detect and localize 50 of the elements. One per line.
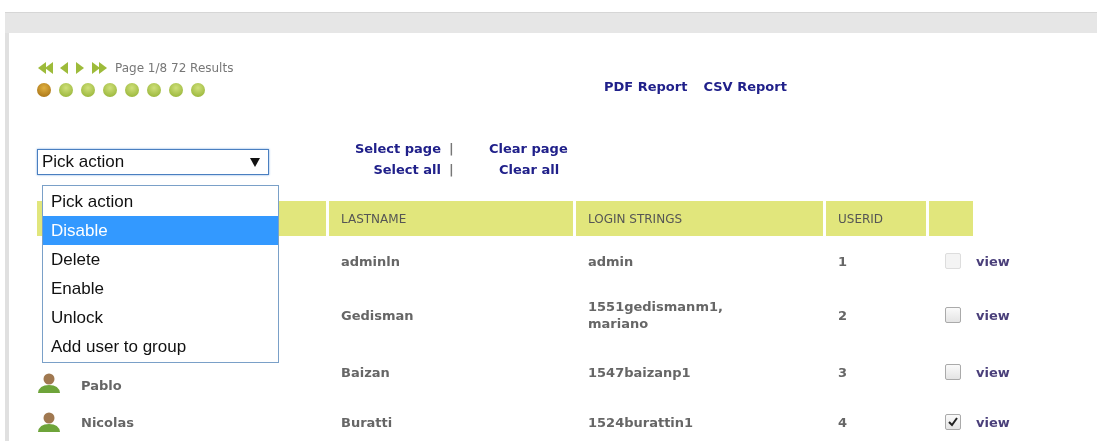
page-dot[interactable]: [81, 83, 95, 97]
row-checkbox[interactable]: [945, 364, 961, 380]
select-link[interactable]: Select page: [354, 141, 441, 156]
view-link[interactable]: view: [976, 363, 1010, 381]
dropdown-arrow-icon: [250, 157, 260, 167]
column-header: USERID: [826, 201, 929, 236]
user-icon: [37, 411, 61, 433]
link-separator: |: [449, 141, 455, 156]
page-dot[interactable]: [37, 83, 51, 97]
row-checkbox[interactable]: [945, 414, 961, 430]
table-cell: 2: [838, 306, 848, 324]
page-dot[interactable]: [169, 83, 183, 97]
table-cell-text: 1551gedismanm1, mariano: [588, 298, 724, 332]
table-cell: Baizan: [341, 363, 390, 381]
previous-page-icon[interactable]: [59, 61, 69, 75]
checkmark-icon: [948, 417, 958, 427]
link-separator: |: [449, 162, 455, 177]
table-cell: 1: [838, 252, 848, 270]
view-link[interactable]: view: [976, 413, 1010, 431]
row-checkbox[interactable]: [945, 307, 961, 323]
report-link[interactable]: CSV Report: [703, 79, 787, 94]
page-dot[interactable]: [103, 83, 117, 97]
clear-link[interactable]: Clear page: [489, 141, 568, 156]
next-page-icon[interactable]: [75, 61, 85, 75]
action-select[interactable]: Pick action: [37, 149, 269, 175]
table-cell: adminln: [341, 252, 401, 270]
table-cell: 4: [838, 413, 848, 431]
page-dot[interactable]: [59, 83, 73, 97]
table-cell-text: 1547baizanp1: [588, 363, 692, 381]
table-cell: Buratti: [341, 413, 393, 431]
select-link[interactable]: Select all: [373, 162, 441, 177]
report-link[interactable]: PDF Report: [604, 79, 688, 94]
table-cell: Pablo: [81, 377, 122, 394]
column-header: LASTNAME: [329, 201, 576, 236]
page-dot[interactable]: [125, 83, 139, 97]
page-dot[interactable]: [147, 83, 161, 97]
column-header: [929, 201, 976, 236]
first-page-icon[interactable]: [37, 61, 53, 75]
table-cell: Gedisman: [341, 306, 414, 324]
table-cell: Nicolas: [81, 413, 134, 431]
page-dot[interactable]: [191, 83, 205, 97]
view-link[interactable]: view: [976, 306, 1010, 324]
last-page-icon[interactable]: [91, 61, 107, 75]
user-icon: [37, 372, 61, 394]
table-cell: 3: [838, 363, 848, 381]
column-header: LOGIN STRINGS: [576, 201, 826, 236]
clear-link[interactable]: Clear all: [498, 162, 560, 177]
table-cell-text: 1524burattin1: [588, 413, 695, 431]
table-cell-text: admin: [588, 252, 635, 270]
results-summary: Page 1/8 72 Results: [115, 61, 234, 75]
